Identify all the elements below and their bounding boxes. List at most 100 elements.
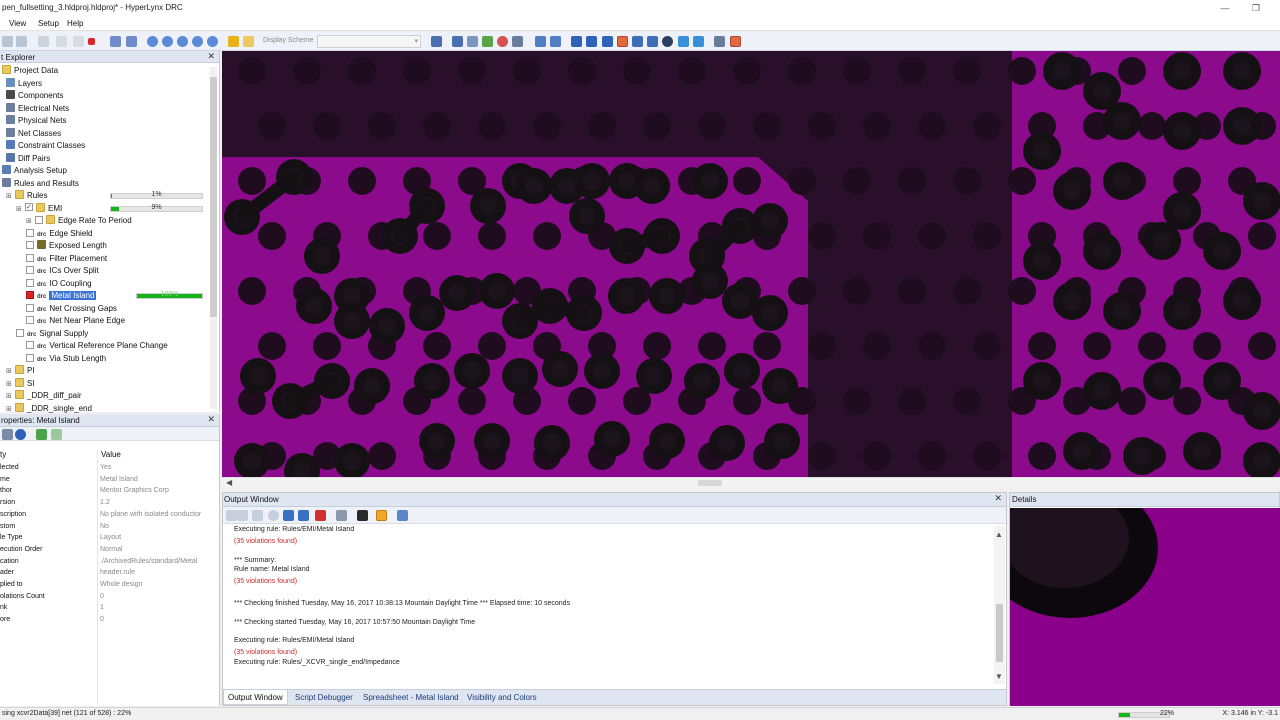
tree-item[interactable]: Net Classes: [6, 127, 61, 140]
rule-checkbox[interactable]: [26, 316, 34, 324]
back-icon[interactable]: [36, 429, 47, 440]
expand-icon[interactable]: ⊞: [6, 191, 13, 203]
rule-checkbox[interactable]: [25, 202, 33, 211]
tree-item[interactable]: ⊞ EMI: [16, 202, 62, 216]
back-icon[interactable]: [237, 510, 248, 521]
tree-item[interactable]: drc Vertical Reference Plane Change: [26, 340, 168, 352]
tab-output-window[interactable]: Output Window: [223, 690, 288, 705]
tree-item[interactable]: drc IO Coupling: [26, 278, 92, 290]
tree-item[interactable]: drc Net Crossing Gaps: [26, 303, 117, 315]
tree-item[interactable]: ⊞ Rules: [6, 190, 47, 202]
rule-checkbox[interactable]: [16, 328, 24, 337]
tree-item[interactable]: drc Signal Supply: [16, 328, 88, 340]
zoom-out-icon[interactable]: [162, 36, 173, 47]
expand-icon[interactable]: ⊞: [16, 204, 23, 216]
new-icon[interactable]: [2, 36, 13, 47]
property-row[interactable]: lected Yes: [0, 462, 218, 474]
tree-item[interactable]: drc Metal Island: [26, 290, 97, 302]
close-icon[interactable]: ✕: [994, 493, 1002, 504]
flip-icon[interactable]: [586, 36, 597, 47]
rule-checkbox[interactable]: [26, 291, 34, 299]
drc-markers-icon[interactable]: [730, 36, 741, 47]
save-icon[interactable]: [16, 36, 27, 47]
run-icon[interactable]: [56, 36, 67, 47]
minimize-icon[interactable]: —: [1219, 2, 1231, 14]
scroll-up-icon[interactable]: ▲: [995, 530, 1003, 539]
tree-item[interactable]: Layers: [6, 77, 42, 90]
highlight-icon[interactable]: [228, 36, 239, 47]
scroll-down-icon[interactable]: ▼: [995, 672, 1003, 681]
ruler-icon[interactable]: [512, 36, 523, 47]
forward-icon[interactable]: [51, 429, 62, 440]
clear-icon[interactable]: [315, 510, 326, 521]
output-pin-icon[interactable]: [226, 510, 237, 521]
rule-checkbox[interactable]: [26, 253, 34, 262]
3d-view-icon[interactable]: [693, 36, 704, 47]
rule-checkbox[interactable]: [26, 278, 34, 287]
tree-item[interactable]: ⊞ Edge Rate To Period: [26, 215, 132, 227]
output-vertical-scrollbar[interactable]: ▲ ▼: [994, 526, 1005, 684]
grid-icon[interactable]: [571, 36, 582, 47]
expand-icon[interactable]: ⊞: [6, 366, 13, 378]
property-row[interactable]: nk 1: [0, 602, 218, 614]
tab-script-debugger[interactable]: Script Debugger: [295, 693, 353, 702]
property-row[interactable]: ecution Order Normal: [0, 544, 218, 556]
tab-spreadsheet[interactable]: Spreadsheet - Metal Island: [363, 693, 459, 702]
stop-icon[interactable]: [268, 510, 279, 521]
tree-item[interactable]: ⊞ SI: [6, 377, 35, 391]
zoom-area-icon[interactable]: [192, 36, 203, 47]
forward-icon[interactable]: [126, 36, 137, 47]
tag-icon[interactable]: [482, 36, 493, 47]
property-row[interactable]: plied to Whole design: [0, 579, 218, 591]
cross-probe-icon[interactable]: [431, 36, 442, 47]
rule-checkbox[interactable]: [35, 216, 43, 224]
property-row[interactable]: le Type Layout: [0, 532, 218, 544]
tree-item[interactable]: drc Via Stub Length: [26, 353, 106, 365]
menu-help[interactable]: Help: [67, 19, 83, 28]
tree-item[interactable]: ⊞ _DDR_single_end: [6, 402, 92, 415]
property-row[interactable]: me Metal Island: [0, 474, 218, 486]
tree-item[interactable]: Analysis Setup: [2, 165, 67, 177]
home-icon[interactable]: [298, 510, 309, 521]
tree-item[interactable]: Rules and Results: [2, 177, 79, 190]
scrollbar-thumb[interactable]: [996, 604, 1003, 662]
menu-setup[interactable]: Setup: [38, 19, 59, 28]
details-canvas[interactable]: [1010, 508, 1280, 706]
forward-icon[interactable]: [252, 510, 263, 521]
tree-item[interactable]: drc Net Near Plane Edge: [26, 315, 125, 327]
expand-icon[interactable]: ⊞: [6, 379, 13, 391]
property-row[interactable]: rsion 1.2: [0, 497, 218, 509]
display-scheme-select[interactable]: ▾: [317, 35, 421, 48]
property-row[interactable]: thor Mentor Graphics Corp: [0, 485, 218, 497]
tree-item[interactable]: ⊞ _DDR_diff_pair: [6, 390, 82, 402]
rule-checkbox[interactable]: [26, 353, 34, 362]
restore-icon[interactable]: ❐: [1250, 2, 1262, 14]
scroll-left-icon[interactable]: ◀: [226, 478, 232, 487]
window-icon[interactable]: [452, 36, 463, 47]
tree-item[interactable]: drc Edge Shield: [26, 228, 93, 240]
edit-icon[interactable]: [376, 510, 387, 521]
measure-icon[interactable]: [714, 36, 725, 47]
property-row[interactable]: stom No: [0, 521, 218, 533]
close-icon[interactable]: ✕: [207, 51, 215, 62]
tree-item[interactable]: Project Data: [2, 65, 58, 77]
rule-checkbox[interactable]: [26, 228, 34, 237]
expand-icon[interactable]: ⊞: [26, 216, 33, 228]
scrollbar-thumb[interactable]: [698, 480, 722, 486]
explorer-scrollbar[interactable]: [210, 67, 217, 409]
property-row[interactable]: scription No plane with isolated conducto…: [0, 509, 218, 521]
tree-item[interactable]: Exposed Length: [26, 240, 107, 252]
board-view[interactable]: [222, 51, 1280, 477]
line-icon[interactable]: [602, 36, 613, 47]
stop-icon[interactable]: [88, 38, 95, 45]
copy-icon[interactable]: [467, 36, 478, 47]
tab-visibility-colors[interactable]: Visibility and Colors: [467, 693, 537, 702]
grid-icon[interactable]: [397, 510, 408, 521]
sort-icon[interactable]: [2, 429, 13, 440]
menu-view[interactable]: View: [9, 19, 26, 28]
layer-icon[interactable]: [243, 36, 254, 47]
property-row[interactable]: ore 0: [0, 614, 218, 626]
find-icon[interactable]: [357, 510, 368, 521]
filter-icon[interactable]: [550, 36, 561, 47]
route-icon[interactable]: [632, 36, 643, 47]
